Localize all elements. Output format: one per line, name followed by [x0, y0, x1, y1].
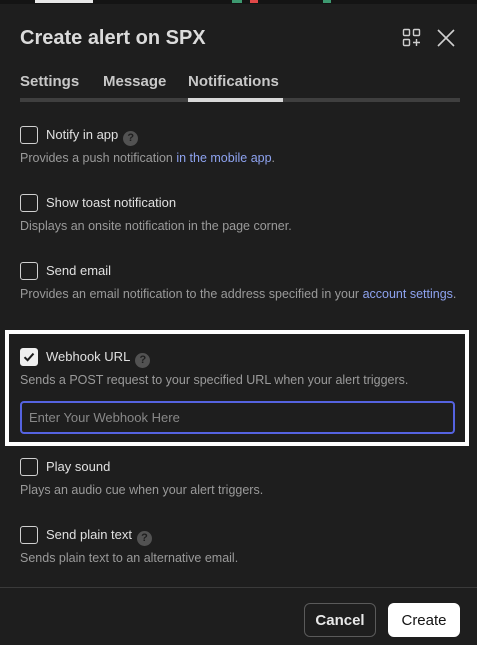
show-toast-checkbox[interactable] [20, 194, 38, 212]
option-label: Send email [46, 263, 112, 278]
option-description: Sends a POST request to your specified U… [20, 373, 409, 387]
send-email-checkbox[interactable] [20, 262, 38, 280]
tab-active-indicator [188, 98, 283, 102]
tab-message[interactable]: Message [103, 72, 166, 92]
webhook-url-input[interactable] [20, 401, 455, 434]
play-sound-checkbox[interactable] [20, 458, 38, 476]
mobile-app-link[interactable]: in the mobile app [176, 151, 271, 165]
create-button[interactable]: Create [388, 603, 460, 637]
option-description: Provides a push notification in the mobi… [20, 151, 276, 165]
option-webhook-url: Webhook URL? Sends a POST request to you… [20, 347, 460, 389]
chart-fragment [232, 0, 242, 3]
close-icon[interactable] [435, 27, 457, 49]
cancel-button[interactable]: Cancel [304, 603, 376, 637]
option-show-toast: Show toast notification Displays an onsi… [20, 193, 460, 235]
help-icon[interactable]: ? [135, 353, 151, 368]
account-settings-link[interactable]: account settings [363, 287, 453, 301]
top-edge-strip [0, 0, 477, 4]
chart-fragment [250, 0, 258, 3]
chart-fragment [323, 0, 331, 3]
option-notify-in-app: Notify in app? Provides a push notificat… [20, 125, 460, 167]
tab-notifications[interactable]: Notifications [188, 72, 279, 92]
option-description: Provides an email notification to the ad… [20, 287, 457, 301]
notify-in-app-checkbox[interactable] [20, 126, 38, 144]
check-icon [23, 352, 35, 362]
help-icon[interactable]: ? [123, 131, 139, 146]
option-description: Sends plain text to an alternative email… [20, 551, 239, 565]
dialog-header: Create alert on SPX [20, 26, 457, 52]
option-description: Plays an audio cue when your alert trigg… [20, 483, 264, 497]
help-icon[interactable]: ? [137, 531, 153, 546]
tab-settings[interactable]: Settings [20, 72, 79, 92]
option-label: Play sound [46, 459, 111, 474]
dialog-title: Create alert on SPX [20, 27, 206, 49]
option-send-plain-text: Send plain text? Sends plain text to an … [20, 525, 460, 567]
tab-bar: Settings Message Notifications [20, 72, 460, 102]
option-label: Webhook URL [46, 349, 131, 364]
footer-divider [0, 587, 477, 588]
chart-fragment [35, 0, 93, 3]
send-plain-text-checkbox[interactable] [20, 526, 38, 544]
option-description: Displays an onsite notification in the p… [20, 219, 292, 233]
option-play-sound: Play sound Plays an audio cue when your … [20, 457, 460, 499]
option-send-email: Send email Provides an email notificatio… [20, 261, 460, 303]
add-widget-icon[interactable] [401, 27, 423, 49]
option-label: Notify in app [46, 127, 119, 142]
webhook-url-checkbox[interactable] [20, 348, 38, 366]
option-label: Send plain text [46, 527, 133, 542]
option-label: Show toast notification [46, 195, 177, 210]
